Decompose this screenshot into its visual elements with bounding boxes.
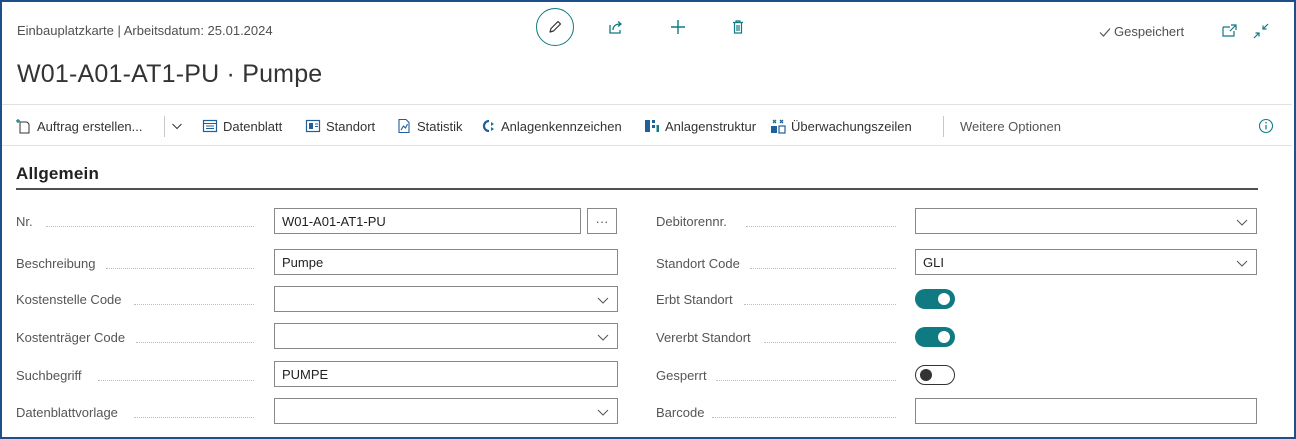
location-label: Standort [326, 118, 376, 134]
chevron-down-icon [172, 123, 182, 130]
datasheet-icon [202, 119, 218, 133]
field-label-kostentraeger: Kostenträger Code [16, 330, 126, 345]
chevron-down-icon [1236, 219, 1248, 226]
asset-structure-icon [645, 120, 659, 132]
monitoring-lines-icon [771, 119, 786, 134]
label-leader-dots [764, 342, 896, 343]
create-order-button[interactable]: Auftrag erstellen... [16, 105, 143, 147]
asset-codes-label: Anlagenkennzeichen [501, 118, 622, 134]
label-leader-dots [134, 417, 254, 418]
asset-structure-button[interactable]: Anlagenstruktur [644, 105, 756, 147]
kostenstelle-select[interactable] [274, 286, 618, 312]
field-label-datenblattvorlage: Datenblattvorlage [16, 405, 118, 420]
chevron-down-icon [597, 297, 609, 304]
label-leader-dots [98, 380, 254, 381]
share-icon [609, 21, 623, 34]
create-order-dropdown[interactable] [171, 105, 188, 147]
share-button[interactable] [606, 17, 626, 37]
barcode-field[interactable] [915, 398, 1257, 424]
toggle-knob [938, 293, 950, 305]
label-leader-dots [106, 268, 254, 269]
asset-codes-icon [482, 119, 494, 133]
info-button[interactable] [1258, 105, 1279, 147]
create-order-label: Auftrag erstellen... [37, 118, 143, 134]
open-new-window-icon[interactable] [1221, 22, 1239, 40]
field-label-barcode: Barcode [656, 405, 705, 420]
beschreibung-field[interactable]: Pumpe [274, 249, 618, 275]
datasheet-button[interactable]: Datenblatt [202, 105, 282, 147]
field-label-erbt-standort: Erbt Standort [656, 292, 733, 307]
chevron-down-icon [1236, 260, 1248, 267]
toggle-knob [920, 368, 932, 381]
field-label-vererbt-standort: Vererbt Standort [656, 330, 751, 345]
label-leader-dots [134, 304, 254, 305]
new-document-icon [16, 119, 30, 134]
label-leader-dots [750, 268, 896, 269]
label-leader-dots [746, 226, 896, 227]
toolbar-divider [943, 116, 944, 137]
debitorennr-select[interactable] [915, 208, 1257, 234]
datenblattvorlage-select[interactable] [274, 398, 618, 424]
location-icon [305, 119, 321, 133]
field-label-nr: Nr. [16, 214, 33, 229]
toggle-knob [938, 331, 950, 343]
breadcrumb: Einbauplatzkarte | Arbeitsdatum: 25.01.2… [17, 23, 273, 38]
new-button[interactable] [668, 17, 688, 37]
monitoring-lines-button[interactable]: Überwachungszeilen [770, 105, 912, 147]
nr-value: W01-A01-AT1-PU [282, 213, 386, 229]
standort-code-value: GLI [923, 254, 944, 270]
asset-structure-label: Anlagenstruktur [665, 118, 757, 134]
section-title[interactable]: Allgemein [16, 164, 99, 184]
more-options-button[interactable]: Weitere Optionen [960, 105, 1061, 147]
monitoring-lines-label: Überwachungszeilen [791, 118, 912, 134]
datasheet-label: Datenblatt [223, 118, 283, 134]
plus-icon [671, 20, 685, 34]
beschreibung-value: Pumpe [282, 254, 324, 270]
page-header: Einbauplatzkarte | Arbeitsdatum: 25.01.2… [2, 2, 1292, 104]
saved-label: Gespeichert [1114, 24, 1185, 39]
suchbegriff-field[interactable]: PUMPE [274, 361, 618, 387]
edit-button[interactable] [536, 8, 574, 46]
label-leader-dots [46, 226, 254, 227]
pencil-icon [549, 20, 562, 33]
trash-icon [733, 20, 743, 34]
statistics-icon [398, 118, 410, 134]
statistics-button[interactable]: Statistik [396, 105, 463, 147]
vererbt-standort-toggle[interactable] [915, 327, 955, 347]
statistics-label: Statistik [417, 118, 463, 134]
collapse-icon[interactable] [1252, 22, 1270, 40]
more-options-label: Weitere Optionen [960, 118, 1061, 134]
saved-status: Gespeichert [1098, 24, 1184, 39]
toolbar-divider [164, 116, 165, 137]
erbt-standort-toggle[interactable] [915, 289, 955, 309]
checkmark-icon [1099, 27, 1111, 37]
nr-lookup-button[interactable]: ··· [587, 208, 617, 234]
label-leader-dots [712, 417, 896, 418]
kostentraeger-select[interactable] [274, 323, 618, 349]
field-label-debitorennr: Debitorennr. [656, 214, 727, 229]
ellipsis-icon: ··· [595, 213, 609, 229]
field-label-standort-code: Standort Code [656, 256, 740, 271]
field-label-suchbegriff: Suchbegriff [16, 368, 82, 383]
label-leader-dots [716, 380, 896, 381]
field-label-beschreibung: Beschreibung [16, 256, 96, 271]
nr-field[interactable]: W01-A01-AT1-PU [274, 208, 581, 234]
page-title: W01-A01-AT1-PU · Pumpe [17, 60, 323, 88]
chevron-down-icon [597, 334, 609, 341]
standort-code-select[interactable]: GLI [915, 249, 1257, 275]
delete-button[interactable] [728, 17, 748, 37]
info-icon [1258, 118, 1274, 134]
action-toolbar: Auftrag erstellen... Datenblatt Standort… [2, 104, 1292, 146]
field-label-kostenstelle: Kostenstelle Code [16, 292, 122, 307]
location-button[interactable]: Standort [305, 105, 375, 147]
suchbegriff-value: PUMPE [282, 366, 329, 382]
field-label-gesperrt: Gesperrt [656, 368, 707, 383]
section-divider [16, 188, 1258, 190]
asset-codes-button[interactable]: Anlagenkennzeichen [480, 105, 622, 147]
gesperrt-toggle[interactable] [915, 365, 955, 385]
label-leader-dots [136, 342, 254, 343]
chevron-down-icon [597, 409, 609, 416]
label-leader-dots [744, 304, 896, 305]
